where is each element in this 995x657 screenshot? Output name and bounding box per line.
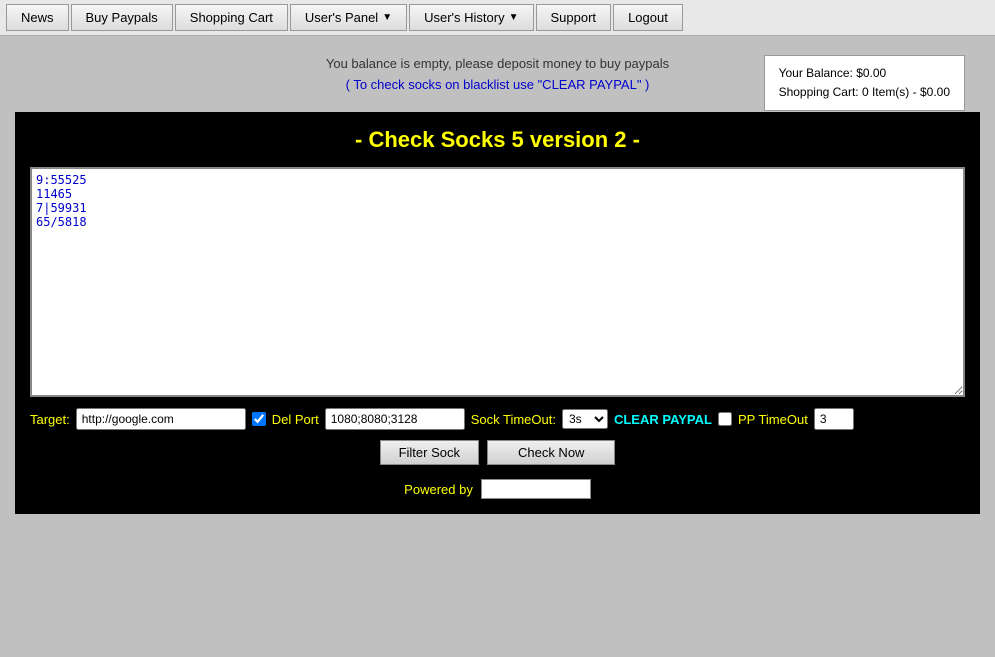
nav-support[interactable]: Support — [536, 4, 612, 31]
controls-row: Target: Del Port Sock TimeOut: 3s 5s 10s… — [30, 408, 965, 430]
socks-input[interactable] — [30, 167, 965, 397]
del-port-checkbox[interactable] — [252, 412, 266, 426]
nav-shopping-cart[interactable]: Shopping Cart — [175, 4, 288, 31]
pp-timeout-label: PP TimeOut — [738, 412, 808, 427]
target-input[interactable] — [76, 408, 246, 430]
nav-logout[interactable]: Logout — [613, 4, 683, 31]
dropdown-arrow-icon: ▼ — [509, 12, 519, 23]
nav-users-history[interactable]: User's History ▼ — [409, 4, 533, 31]
pp-timeout-checkbox[interactable] — [718, 412, 732, 426]
navbar: News Buy Paypals Shopping Cart User's Pa… — [0, 0, 995, 36]
main-panel: - Check Socks 5 version 2 - Target: Del … — [15, 112, 980, 514]
blacklist-link[interactable]: ( To check socks on blacklist use "CLEAR… — [346, 77, 650, 92]
textarea-container — [30, 167, 965, 400]
buttons-row: Filter Sock Check Now — [30, 440, 965, 465]
balance-line2: Shopping Cart: 0 Item(s) - $0.00 — [779, 83, 950, 102]
powered-label: Powered by — [404, 482, 473, 497]
timeout-select[interactable]: 3s 5s 10s 15s 30s — [562, 409, 608, 429]
dropdown-arrow-icon: ▼ — [382, 12, 392, 23]
check-now-button[interactable]: Check Now — [487, 440, 615, 465]
balance-line1: Your Balance: $0.00 — [779, 64, 950, 83]
pp-timeout-input[interactable] — [814, 408, 854, 430]
powered-row: Powered by — [30, 479, 965, 499]
nav-news[interactable]: News — [6, 4, 69, 31]
nav-buy-paypals[interactable]: Buy Paypals — [71, 4, 173, 31]
filter-sock-button[interactable]: Filter Sock — [380, 440, 479, 465]
sock-timeout-label: Sock TimeOut: — [471, 412, 556, 427]
del-port-label: Del Port — [272, 412, 319, 427]
clear-paypal-button[interactable]: CLEAR PAYPAL — [614, 412, 712, 427]
balance-box: Your Balance: $0.00 Shopping Cart: 0 Ite… — [764, 55, 965, 111]
port-input[interactable] — [325, 408, 465, 430]
nav-users-panel[interactable]: User's Panel ▼ — [290, 4, 407, 31]
target-label: Target: — [30, 412, 70, 427]
panel-title: - Check Socks 5 version 2 - — [30, 127, 965, 153]
powered-input[interactable] — [481, 479, 591, 499]
